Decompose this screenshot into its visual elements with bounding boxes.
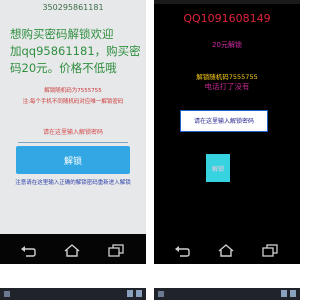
home-icon[interactable] [63,242,80,257]
status-bar [154,0,300,4]
recent-apps-icon[interactable] [262,242,278,257]
notification-icon [158,291,164,297]
unlock-password-input[interactable] [18,123,128,143]
status-bar [154,288,300,300]
status-icons [281,290,296,298]
navigation-bar [0,234,146,264]
message-line: 加qq95861181，购买密 [10,44,141,58]
top-text: 350295861181 [42,3,104,12]
back-icon[interactable] [20,242,36,257]
message-line: 想购买密码解锁欢迎 [10,27,114,41]
signal-icon [127,290,133,297]
back-icon[interactable] [174,242,190,257]
notification-icon [4,291,10,297]
bottom-note-link[interactable]: 注意请在这里输入正确的解锁密码重新进入解锁 [0,178,146,186]
qq-number-text: QQ1091608149 [183,12,271,25]
ransom-message: 想购买密码解锁欢迎 加qq95861181，购买密 码20元。价格不低哦 [10,26,144,77]
battery-icon [290,290,296,297]
signal-icon [281,290,287,297]
navigation-bar [154,234,300,264]
right-phone-screen: QQ1091608149 20元解锁 解锁随机码7555755 电话打了没有 解… [154,0,300,264]
partial-screenshot-right [154,279,300,300]
unlock-password-input[interactable] [180,110,268,132]
taunt-text: 电话打了没有 [204,82,250,91]
status-bar [0,288,146,300]
partial-screenshot-left [0,279,146,300]
recent-apps-icon[interactable] [108,242,124,257]
home-icon[interactable] [217,242,234,257]
random-code-text: 解锁随机码7555755 [196,73,258,81]
message-line: 码20元。价格不低哦 [10,61,117,75]
status-icons [127,290,142,298]
random-code-text: 解锁随机码为7555755 [44,88,102,94]
battery-icon [136,290,142,297]
unlock-button[interactable]: 解锁 [206,154,230,182]
price-text: 20元解锁 [212,41,242,49]
unlock-button[interactable]: 解锁 [16,146,130,174]
note-text: 注:每个手机不同随机码对应唯一解锁密码 [22,99,124,105]
left-phone-screen: 350295861181 想购买密码解锁欢迎 加qq95861181，购买密 码… [0,0,146,264]
